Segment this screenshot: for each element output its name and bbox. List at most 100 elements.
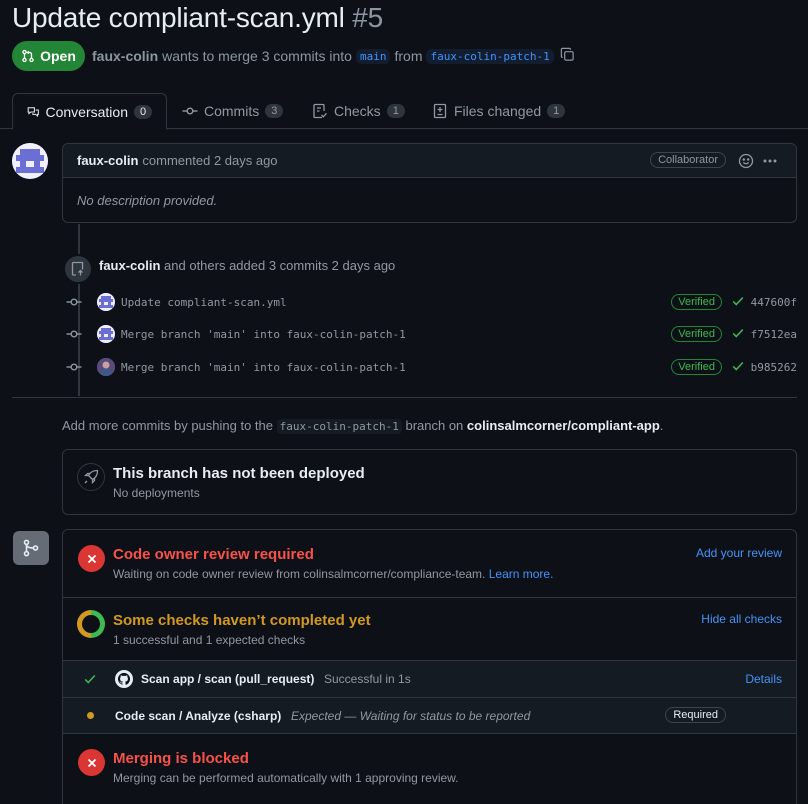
checks-title: Some checks haven’t completed yet xyxy=(113,612,371,629)
blocked-title: Merging is blocked xyxy=(113,750,249,767)
commit-row: Merge branch 'main' into faux-colin-patc… xyxy=(66,322,801,346)
collaborator-badge: Collaborator xyxy=(650,152,726,168)
review-subtitle-text: Waiting on code owner review from colins… xyxy=(113,567,486,581)
add-review-link[interactable]: Add your review xyxy=(696,546,782,560)
x-circle-icon xyxy=(78,545,105,572)
pr-tabs: Conversation 0 Commits 3 Checks 1 Files … xyxy=(0,93,808,130)
tab-label: Conversation xyxy=(45,103,129,120)
avatar[interactable] xyxy=(97,358,115,376)
comment-timestamp[interactable]: commented 2 days ago xyxy=(142,153,277,168)
pr-merge-text: wants to merge 3 commits into xyxy=(162,48,352,64)
deployment-subtitle: No deployments xyxy=(113,486,200,500)
merge-box: Code owner review required Waiting on co… xyxy=(62,529,797,804)
tab-commits[interactable]: Commits 3 xyxy=(168,93,297,129)
check-details-link[interactable]: Details xyxy=(745,672,782,686)
head-branch[interactable]: faux-colin-patch-1 xyxy=(426,48,554,64)
check-name: Scan app / scan (pull_request) xyxy=(141,672,315,686)
tab-files-changed[interactable]: Files changed 1 xyxy=(418,93,579,129)
check-status: Successful in 1s xyxy=(324,672,411,686)
avatar[interactable] xyxy=(97,325,115,343)
base-branch[interactable]: main xyxy=(355,48,391,64)
tab-label: Commits xyxy=(204,103,260,119)
check-name: Code scan / Analyze (csharp) xyxy=(115,709,282,723)
push-note-prefix: Add more commits by pushing to the xyxy=(62,418,273,433)
checks-section: Some checks haven’t completed yet 1 succ… xyxy=(63,598,796,661)
commit-message[interactable]: Merge branch 'main' into faux-colin-patc… xyxy=(121,328,406,341)
pr-number: #5 xyxy=(352,2,384,33)
git-commit-icon xyxy=(66,326,82,342)
commit-row: Merge branch 'main' into faux-colin-patc… xyxy=(66,355,801,379)
pr-author-link[interactable]: faux-colin xyxy=(92,48,158,64)
commit-row: Update compliant-scan.yml Verified 44760… xyxy=(66,290,801,314)
pr-title: Update compliant-scan.yml xyxy=(12,2,345,33)
tab-counter: 3 xyxy=(265,104,284,118)
comment-body: No description provided. xyxy=(77,193,218,208)
check-row: Code scan / Analyze (csharp) Expected — … xyxy=(63,698,796,734)
check-icon[interactable] xyxy=(731,294,745,311)
push-note-suffix: . xyxy=(659,418,664,433)
pending-dot-icon xyxy=(87,712,94,719)
commit-message[interactable]: Update compliant-scan.yml xyxy=(121,296,287,309)
pr-state-label: Open xyxy=(40,48,76,64)
repo-link[interactable]: colinsalmcorner/compliant-app xyxy=(467,418,660,433)
blocked-subtitle: Merging can be performed automatically w… xyxy=(113,771,459,785)
git-commit-icon xyxy=(66,359,82,375)
check-icon xyxy=(83,672,97,689)
check-row: Scan app / scan (pull_request) Successfu… xyxy=(63,661,796,698)
required-badge: Required xyxy=(665,707,726,723)
push-note: Add more commits by pushing to the faux-… xyxy=(62,418,664,434)
checks-status-icon xyxy=(77,610,105,638)
tab-conversation[interactable]: Conversation 0 xyxy=(12,93,167,130)
tab-counter: 1 xyxy=(386,104,405,118)
github-app-icon xyxy=(115,670,133,688)
copy-icon[interactable] xyxy=(560,47,575,65)
git-merge-icon xyxy=(13,531,49,565)
pr-from-text: from xyxy=(394,48,423,64)
verified-badge[interactable]: Verified xyxy=(671,326,722,342)
review-subtitle: Waiting on code owner review from colins… xyxy=(113,567,553,581)
rocket-icon xyxy=(77,463,105,491)
comment-discussion-icon xyxy=(27,106,39,117)
avatar[interactable] xyxy=(12,143,48,179)
checks-subtitle: 1 successful and 1 expected checks xyxy=(113,633,306,647)
tab-label: Files changed xyxy=(454,103,542,119)
checklist-icon xyxy=(313,103,327,119)
commit-sha[interactable]: 447600f xyxy=(751,296,797,309)
check-icon[interactable] xyxy=(731,326,745,343)
commits-summary: faux-colin and others added 3 commits 2 … xyxy=(99,258,395,273)
commit-sha[interactable]: b985262 xyxy=(751,361,797,374)
pr-meta: faux-colin wants to merge 3 commits into… xyxy=(92,47,575,65)
pr-state-badge: Open xyxy=(12,41,85,71)
git-pull-request-icon xyxy=(22,49,34,63)
verified-badge[interactable]: Verified xyxy=(671,294,722,310)
push-note-middle: branch on xyxy=(405,418,464,433)
learn-more-link[interactable]: Learn more. xyxy=(489,567,554,581)
avatar[interactable] xyxy=(97,293,115,311)
smiley-icon[interactable] xyxy=(738,153,754,172)
kebab-horizontal-icon[interactable] xyxy=(762,153,778,172)
comment-author[interactable]: faux-colin xyxy=(77,153,138,168)
hide-checks-link[interactable]: Hide all checks xyxy=(701,612,782,626)
deployment-title: This branch has not been deployed xyxy=(113,465,365,482)
verified-badge[interactable]: Verified xyxy=(671,359,722,375)
deployment-box: This branch has not been deployed No dep… xyxy=(62,449,797,515)
commit-message[interactable]: Merge branch 'main' into faux-colin-patc… xyxy=(121,361,406,374)
commits-author[interactable]: faux-colin xyxy=(99,258,160,273)
commit-sha[interactable]: f7512ea xyxy=(751,328,797,341)
review-title: Code owner review required xyxy=(113,546,314,563)
check-status: Expected — Waiting for status to be repo… xyxy=(291,709,531,723)
commits-summary-text: and others added 3 commits 2 days ago xyxy=(164,258,396,273)
git-commit-icon xyxy=(66,294,82,310)
comment-header: faux-colin commented 2 days ago Collabor… xyxy=(63,144,796,178)
tab-counter: 0 xyxy=(134,104,152,119)
review-section: Code owner review required Waiting on co… xyxy=(63,530,796,598)
check-icon[interactable] xyxy=(731,359,745,376)
tab-checks[interactable]: Checks 1 xyxy=(298,93,419,129)
timeline-divider xyxy=(12,397,797,398)
file-diff-icon xyxy=(433,103,447,119)
comment-box: faux-colin commented 2 days ago Collabor… xyxy=(62,143,797,223)
repo-push-icon xyxy=(63,254,93,284)
push-note-branch: faux-colin-patch-1 xyxy=(276,419,402,434)
pr-title-line: Update compliant-scan.yml #5 xyxy=(12,2,383,34)
git-commit-icon xyxy=(182,107,198,115)
